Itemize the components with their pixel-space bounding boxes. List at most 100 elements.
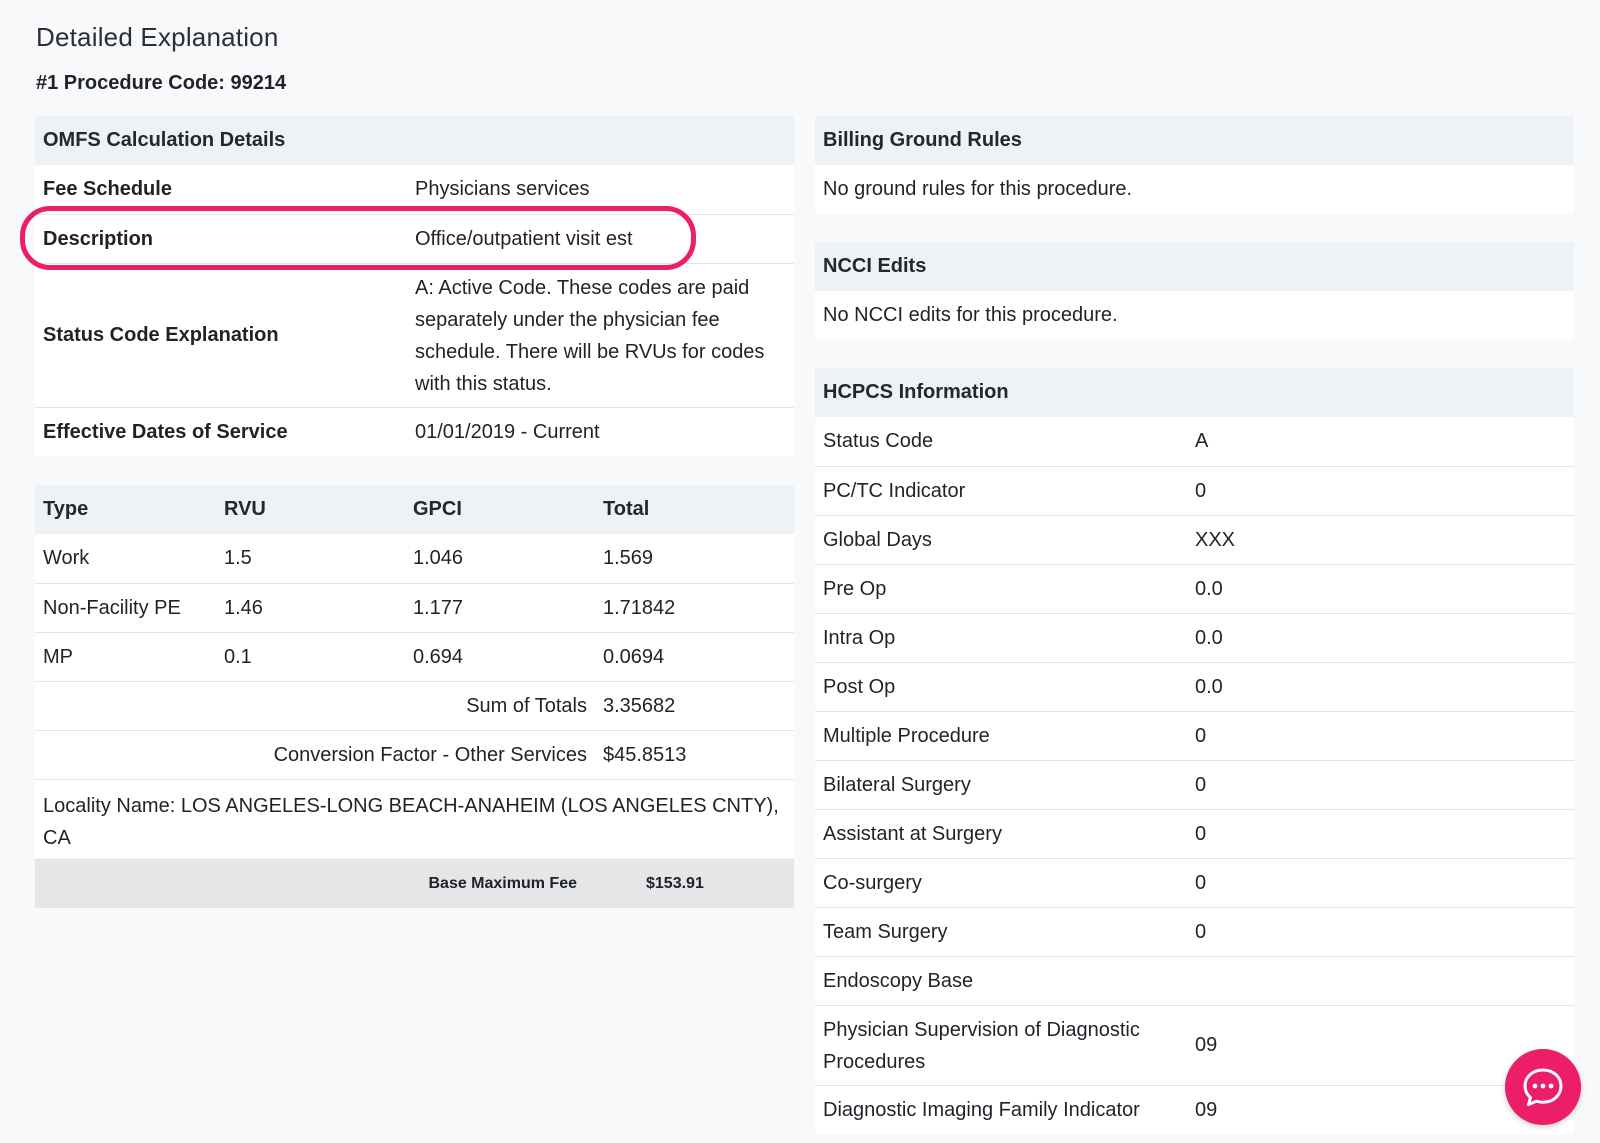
hcpcs-row: Status Code A [815, 417, 1574, 466]
hcpcs-row: Bilateral Surgery 0 [815, 760, 1574, 809]
sum-of-totals-label: Sum of Totals [466, 694, 587, 717]
cell-gpci: 0.694 [413, 645, 464, 668]
column-header-rvu: RVU [224, 498, 266, 520]
hcpcs-key: Intra Op [823, 626, 896, 649]
hcpcs-row: Intra Op 0.0 [815, 613, 1574, 662]
hcpcs-key: Global Days [823, 528, 932, 551]
hcpcs-row: PC/TC Indicator 0 [815, 466, 1574, 515]
omfs-key: Status Code Explanation [43, 324, 279, 346]
base-maximum-fee-row: Base Maximum Fee $153.91 [35, 859, 794, 908]
hcpcs-row: Assistant at Surgery 0 [815, 809, 1574, 858]
hcpcs-key: Post Op [823, 675, 896, 698]
hcpcs-row: Endoscopy Base [815, 956, 1574, 1005]
omfs-key: Effective Dates of Service [43, 420, 288, 443]
ncci-edits-header: NCCI Edits [815, 242, 1574, 291]
hcpcs-key: PC/TC Indicator [823, 479, 966, 502]
column-header-gpci: GPCI [413, 498, 462, 520]
hcpcs-header: HCPCS Information [815, 368, 1574, 417]
hcpcs-value: 0 [1195, 773, 1207, 796]
hcpcs-value: 0.0 [1195, 577, 1223, 600]
ncci-edits-panel: NCCI Edits No NCCI edits for this proced… [815, 242, 1574, 340]
hcpcs-row: Post Op 0.0 [815, 662, 1574, 711]
hcpcs-row: Diagnostic Imaging Family Indicator 09 [815, 1085, 1574, 1134]
cell-type: MP [43, 645, 73, 668]
hcpcs-value: 0 [1195, 479, 1207, 502]
conversion-factor-row: Conversion Factor - Other Services $45.8… [35, 730, 794, 779]
billing-ground-rules-header: Billing Ground Rules [815, 116, 1574, 165]
hcpcs-key: Assistant at Surgery [823, 822, 1002, 845]
hcpcs-key: Diagnostic Imaging Family Indicator [823, 1098, 1140, 1121]
cell-gpci: 1.177 [413, 596, 464, 619]
omfs-value: Physicians services [415, 178, 590, 200]
hcpcs-value: 0 [1195, 724, 1207, 747]
conversion-factor-value: $45.8513 [603, 743, 687, 766]
omfs-calculation-panel: OMFS Calculation Details Fee Schedule Ph… [35, 116, 794, 456]
cell-rvu: 1.5 [224, 547, 252, 569]
hcpcs-row: Pre Op 0.0 [815, 564, 1574, 613]
omfs-row-fee-schedule: Fee Schedule Physicians services [35, 165, 794, 214]
omfs-header: OMFS Calculation Details [35, 116, 794, 165]
hcpcs-key: Bilateral Surgery [823, 773, 971, 796]
column-header-total: Total [603, 498, 650, 520]
hcpcs-value: 0.0 [1195, 675, 1223, 698]
hcpcs-value: 09 [1195, 1034, 1218, 1056]
rvu-table: Type RVU GPCI Total Work 1.5 1.046 1.569… [35, 485, 794, 908]
chat-button[interactable] [1505, 1049, 1581, 1125]
omfs-value: Office/outpatient visit est [415, 227, 633, 250]
hcpcs-key: Team Surgery [823, 920, 948, 943]
conversion-factor-label: Conversion Factor - Other Services [273, 743, 587, 766]
table-row: Non-Facility PE 1.46 1.177 1.71842 [35, 583, 794, 632]
base-maximum-fee-value: $153.91 [646, 875, 704, 892]
hcpcs-value: A [1195, 430, 1209, 452]
cell-total: 0.0694 [603, 645, 665, 668]
cell-gpci: 1.046 [413, 547, 464, 569]
hcpcs-information-panel: HCPCS Information Status Code A PC/TC Ind… [815, 368, 1574, 1134]
hcpcs-row: Multiple Procedure 0 [815, 711, 1574, 760]
chat-bubble-icon [1523, 1068, 1563, 1106]
locality-name: Locality Name: LOS ANGELES-LONG BEACH-AN… [35, 779, 794, 859]
cell-rvu: 0.1 [224, 645, 252, 668]
procedure-code-label: #1 Procedure Code: 99214 [36, 72, 287, 94]
hcpcs-key: Multiple Procedure [823, 724, 990, 747]
hcpcs-value: 0 [1195, 871, 1207, 894]
table-row: MP 0.1 0.694 0.0694 [35, 632, 794, 681]
omfs-key: Fee Schedule [43, 178, 172, 200]
sum-of-totals-value: 3.35682 [603, 694, 676, 717]
base-maximum-fee-label: Base Maximum Fee [428, 875, 577, 892]
omfs-value: A: Active Code. These codes are paid sep… [415, 276, 765, 395]
page-title: Detailed Explanation [36, 22, 279, 52]
hcpcs-key: Pre Op [823, 577, 887, 600]
rvu-table-header: Type RVU GPCI Total [35, 485, 794, 534]
cell-total: 1.71842 [603, 596, 676, 619]
omfs-row-effective-dates: Effective Dates of Service 01/01/2019 - … [35, 407, 794, 456]
omfs-row-description: Description Office/outpatient visit est [35, 214, 794, 263]
hcpcs-row: Co-surgery 0 [815, 858, 1574, 907]
billing-ground-rules-text: No ground rules for this procedure. [823, 178, 1133, 200]
hcpcs-key: Co-surgery [823, 871, 922, 894]
hcpcs-key: Physician Supervision of Diagnostic Proc… [823, 1018, 1140, 1073]
billing-ground-rules-panel: Billing Ground Rules No ground rules for… [815, 116, 1574, 214]
cell-type: Work [43, 547, 90, 569]
sum-of-totals-row: Sum of Totals 3.35682 [35, 681, 794, 730]
cell-total: 1.569 [603, 547, 654, 569]
hcpcs-key: Status Code [823, 430, 934, 452]
omfs-value: 01/01/2019 - Current [415, 420, 600, 443]
billing-ground-rules-row: No ground rules for this procedure. [815, 165, 1574, 214]
hcpcs-value: 0 [1195, 822, 1207, 845]
hcpcs-value: 0.0 [1195, 626, 1223, 649]
hcpcs-row: Physician Supervision of Diagnostic Proc… [815, 1005, 1574, 1085]
hcpcs-key: Endoscopy Base [823, 969, 974, 992]
ncci-edits-row: No NCCI edits for this procedure. [815, 291, 1574, 340]
column-header-type: Type [43, 498, 89, 520]
hcpcs-row: Team Surgery 0 [815, 907, 1574, 956]
cell-rvu: 1.46 [224, 596, 263, 619]
cell-type: Non-Facility PE [43, 596, 181, 619]
hcpcs-value: XXX [1195, 528, 1236, 551]
hcpcs-row: Global Days XXX [815, 515, 1574, 564]
page: Detailed Explanation #1 Procedure Code: … [0, 0, 1600, 1143]
hcpcs-value: 0 [1195, 920, 1207, 943]
omfs-key: Description [43, 227, 154, 250]
table-row: Work 1.5 1.046 1.569 [35, 534, 794, 583]
ncci-edits-text: No NCCI edits for this procedure. [823, 304, 1118, 326]
omfs-row-status-code-explanation: Status Code Explanation A: Active Code. … [35, 263, 794, 407]
